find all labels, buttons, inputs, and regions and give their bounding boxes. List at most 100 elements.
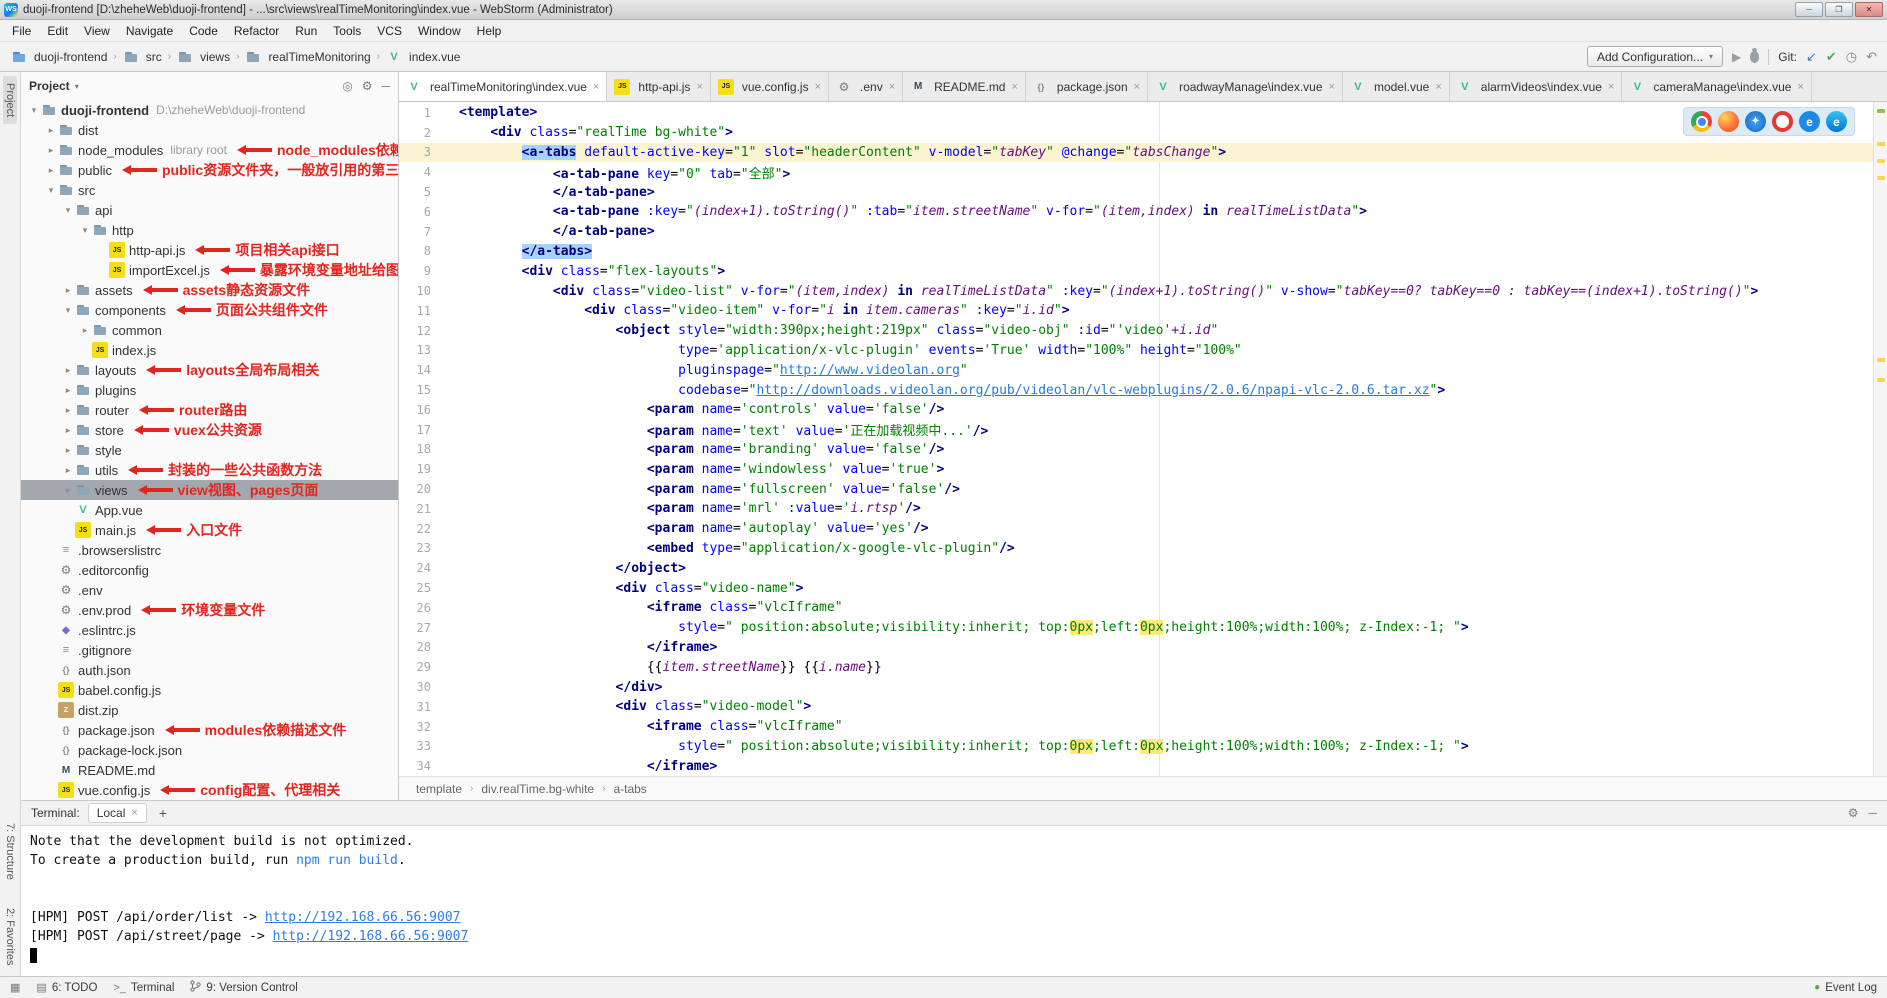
git-update-icon[interactable]: ↙	[1806, 50, 1817, 63]
tree-item-app.vue[interactable]: VApp.vue	[21, 500, 398, 520]
close-icon[interactable]: ×	[1134, 81, 1140, 93]
close-icon[interactable]: ×	[696, 81, 702, 93]
tree-item-.env[interactable]: ⚙.env	[21, 580, 398, 600]
tree-item-views[interactable]: ▸viewsview视图、pages页面	[21, 480, 398, 500]
tree-item-auth.json[interactable]: {}auth.json	[21, 660, 398, 680]
code-line[interactable]: 19 <param name='windowless' value='true'…	[399, 459, 1887, 479]
code-line[interactable]: 25 <div class="video-name">	[399, 578, 1887, 598]
close-icon[interactable]: ×	[815, 81, 821, 93]
settings-gear-icon[interactable]: ⚙	[362, 79, 373, 93]
menu-run[interactable]: Run	[287, 22, 325, 40]
code-line[interactable]: 9 <div class="flex-layouts">	[399, 261, 1887, 281]
git-history-icon[interactable]: ◷	[1846, 50, 1857, 63]
breadcrumb-item-realtimemonitoring[interactable]: realTimeMonitoring	[242, 48, 373, 66]
tab-readme.md[interactable]: MREADME.md×	[903, 72, 1026, 101]
close-icon[interactable]: ×	[1608, 81, 1614, 93]
toolwindow-tab-2-favorites[interactable]: 2: Favorites	[3, 901, 17, 972]
code-line[interactable]: 22 <param name='autoplay' value='yes'/>	[399, 519, 1887, 539]
code-line[interactable]: 12 <object style="width:390px;height:219…	[399, 321, 1887, 341]
breadcrumb-item-src[interactable]: src	[120, 48, 165, 66]
tab-.env[interactable]: ⚙.env×	[829, 72, 903, 101]
git-commit-icon[interactable]: ✔	[1826, 50, 1837, 63]
code-line[interactable]: 1<template>	[399, 103, 1887, 123]
code-line[interactable]: 18 <param name='branding' value='false'/…	[399, 440, 1887, 460]
run-icon[interactable]: ▶	[1732, 51, 1741, 63]
breadcrumb-item-div.realtime.bg-white[interactable]: div.realTime.bg-white	[478, 781, 597, 797]
tree-item-main.js[interactable]: JSmain.js入口文件	[21, 520, 398, 540]
tab-http-api.js[interactable]: JShttp-api.js×	[607, 72, 710, 101]
code-line[interactable]: 7 </a-tab-pane>	[399, 222, 1887, 242]
tab-vue.config.js[interactable]: JSvue.config.js×	[711, 72, 829, 101]
code-line[interactable]: 34 </iframe>	[399, 756, 1887, 776]
close-button[interactable]: ✕	[1855, 2, 1883, 17]
code-line[interactable]: 30 </div>	[399, 677, 1887, 697]
close-icon[interactable]: ×	[1797, 81, 1803, 93]
tab-alarmvideos-index.vue[interactable]: ValarmVideos\index.vue×	[1450, 72, 1623, 101]
chrome-browser-icon[interactable]	[1691, 111, 1712, 132]
tree-item-dist[interactable]: ▸dist	[21, 120, 398, 140]
code-line[interactable]: 27 style=" position:absolute;visibility:…	[399, 618, 1887, 638]
tree-item-http[interactable]: ▾http	[21, 220, 398, 240]
tab-roadwaymanage-index.vue[interactable]: VroadwayManage\index.vue×	[1148, 72, 1343, 101]
tree-item-store[interactable]: ▸storevuex公共资源	[21, 420, 398, 440]
edge-browser-icon[interactable]: e	[1826, 111, 1847, 132]
safari-browser-icon[interactable]: ✦	[1745, 111, 1766, 132]
breadcrumb-item-template[interactable]: template	[413, 781, 465, 797]
close-icon[interactable]: ×	[1329, 81, 1335, 93]
code-line[interactable]: 32 <iframe class="vlcIframe"	[399, 717, 1887, 737]
menu-code[interactable]: Code	[181, 22, 226, 40]
tab-package.json[interactable]: {}package.json×	[1026, 72, 1148, 101]
tree-item-public[interactable]: ▸publicpublic资源文件夹，一般放引用的第三方插件	[21, 160, 398, 180]
tree-item-plugins[interactable]: ▸plugins	[21, 380, 398, 400]
tab-model.vue[interactable]: Vmodel.vue×	[1343, 72, 1450, 101]
tree-item-assets[interactable]: ▸assetsassets静态资源文件	[21, 280, 398, 300]
tree-item-layouts[interactable]: ▸layoutslayouts全局布局相关	[21, 360, 398, 380]
menu-help[interactable]: Help	[469, 22, 510, 40]
tree-item-src[interactable]: ▾src	[21, 180, 398, 200]
tree-item-importexcel.js[interactable]: JSimportExcel.js暴露环境变量地址给图片or视频资源路径管理域名	[21, 260, 398, 280]
add-configuration-button[interactable]: Add Configuration... ▾	[1587, 46, 1723, 67]
tree-item-components[interactable]: ▾components页面公共组件文件	[21, 300, 398, 320]
debug-icon[interactable]	[1750, 51, 1759, 63]
code-line[interactable]: 21 <param name='mrl' :value='i.rtsp'/>	[399, 499, 1887, 519]
code-line[interactable]: 31 <div class="video-model">	[399, 697, 1887, 717]
code-line[interactable]: 2 <div class="realTime bg-white">	[399, 123, 1887, 143]
code-line[interactable]: 28 </iframe>	[399, 638, 1887, 658]
tree-item-.editorconfig[interactable]: ⚙.editorconfig	[21, 560, 398, 580]
opera-browser-icon[interactable]	[1772, 111, 1793, 132]
code-line[interactable]: 17 <param name='text' value='正在加载视频中...'…	[399, 420, 1887, 440]
code-line[interactable]: 10 <div class="video-list" v-for="(item,…	[399, 281, 1887, 301]
tree-item-node-modules[interactable]: ▸node_moduleslibrary rootnode_modules依赖	[21, 140, 398, 160]
menu-window[interactable]: Window	[410, 22, 469, 40]
menu-file[interactable]: File	[4, 22, 39, 40]
close-icon[interactable]: ×	[1011, 81, 1017, 93]
code-line[interactable]: 33 style=" position:absolute;visibility:…	[399, 737, 1887, 757]
terminal-link[interactable]: http://192.168.66.56:9007	[273, 929, 469, 944]
terminal-tab-local[interactable]: Local ×	[88, 803, 147, 823]
firefox-browser-icon[interactable]	[1718, 111, 1739, 132]
status-9-version-control[interactable]: 9: Version Control	[190, 980, 297, 995]
tree-item-package-lock.json[interactable]: {}package-lock.json	[21, 740, 398, 760]
code-line[interactable]: 11 <div class="video-item" v-for="i in i…	[399, 301, 1887, 321]
code-line[interactable]: 24 </object>	[399, 558, 1887, 578]
git-rollback-icon[interactable]: ↶	[1866, 50, 1877, 63]
terminal-link[interactable]: http://192.168.66.56:9007	[265, 910, 461, 925]
tree-item-.eslintrc.js[interactable]: ◆.eslintrc.js	[21, 620, 398, 640]
tree-item-style[interactable]: ▸style	[21, 440, 398, 460]
menu-view[interactable]: View	[76, 22, 118, 40]
code-line[interactable]: 23 <embed type="application/x-google-vlc…	[399, 539, 1887, 559]
breadcrumb-item-index.vue[interactable]: Vindex.vue	[383, 48, 463, 66]
code-line[interactable]: 4 <a-tab-pane key="0" tab="全部">	[399, 162, 1887, 182]
status-event-log[interactable]: ●Event Log	[1814, 982, 1877, 994]
breadcrumb-item-a-tabs[interactable]: a-tabs	[610, 781, 649, 797]
tree-item-readme.md[interactable]: MREADME.md	[21, 760, 398, 780]
grid-icon[interactable]: ▦	[10, 981, 20, 994]
hide-panel-icon[interactable]: ─	[381, 79, 390, 93]
close-icon[interactable]: ×	[889, 81, 895, 93]
new-terminal-button[interactable]: +	[155, 805, 171, 821]
menu-navigate[interactable]: Navigate	[118, 22, 181, 40]
tree-item-.gitignore[interactable]: ≡.gitignore	[21, 640, 398, 660]
toolwindow-tab-project[interactable]: Project	[3, 76, 17, 124]
menu-tools[interactable]: Tools	[325, 22, 369, 40]
code-line[interactable]: 13 type='application/x-vlc-plugin' event…	[399, 341, 1887, 361]
